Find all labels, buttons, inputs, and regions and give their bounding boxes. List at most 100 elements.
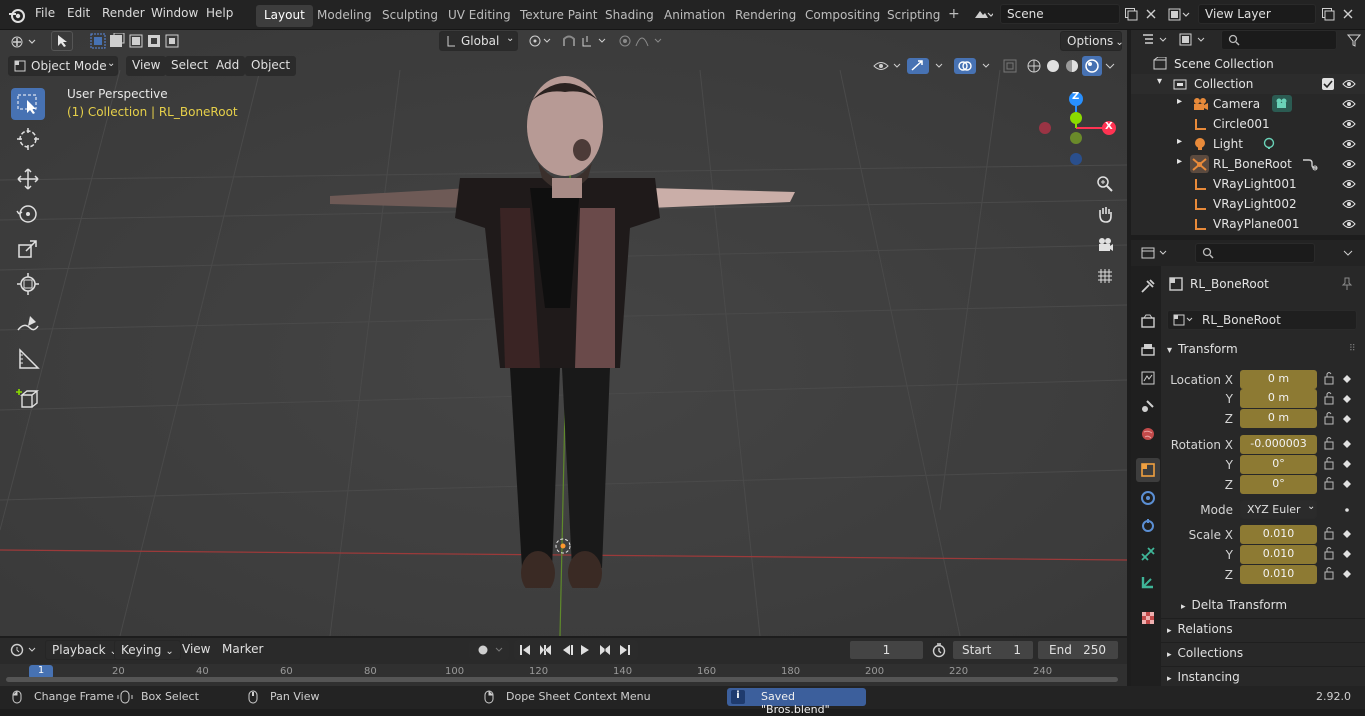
scale-y-field[interactable]: 0.010	[1240, 545, 1317, 564]
proportional-editing-icon[interactable]	[617, 31, 667, 51]
scene-name-field[interactable]: Scene	[1000, 4, 1120, 24]
measure-tool-icon[interactable]	[11, 343, 45, 375]
render-tab-icon[interactable]	[1136, 310, 1160, 334]
camera-view-icon[interactable]	[1093, 233, 1117, 257]
eye-icon[interactable]	[1342, 178, 1356, 190]
tab-uv-editing[interactable]: UV Editing	[440, 5, 519, 27]
menu-file[interactable]: File	[35, 6, 55, 20]
tab-sculpting[interactable]: Sculpting	[374, 5, 446, 27]
delta-transform-section[interactable]: ▸ Delta Transform	[1181, 598, 1287, 612]
scale-x-field[interactable]: 0.010	[1240, 525, 1317, 544]
viewport-menu-add[interactable]: Add	[210, 56, 246, 76]
scene-selector-icon[interactable]	[972, 5, 994, 25]
scale-tool-icon[interactable]	[11, 233, 45, 265]
new-scene-icon[interactable]	[1120, 4, 1142, 24]
pivot-point-icon[interactable]	[526, 31, 556, 51]
keying-menu[interactable]: Keying ⌄	[114, 640, 181, 660]
timeline-menu-marker[interactable]: Marker	[216, 640, 269, 660]
3d-viewport[interactable]: Global ⌄ Options ⌄ Object Mode ⌄ View Sel…	[0, 30, 1127, 636]
new-view-layer-icon[interactable]	[1317, 4, 1339, 24]
rotate-tool-icon[interactable]	[11, 198, 45, 230]
properties-editor-type-icon[interactable]	[1139, 243, 1171, 263]
tab-modeling[interactable]: Modeling	[309, 5, 380, 27]
current-frame-field[interactable]: 1	[849, 640, 924, 660]
view-layer-field[interactable]: View Layer	[1198, 4, 1316, 24]
properties-options-icon[interactable]	[1337, 243, 1359, 263]
ortho-grid-icon[interactable]	[1093, 264, 1117, 288]
transform-section-header[interactable]: ▾ Transform	[1167, 342, 1238, 356]
tab-scripting[interactable]: Scripting	[879, 5, 948, 27]
light-data-icon[interactable]	[1262, 137, 1276, 151]
eye-icon[interactable]	[1342, 78, 1356, 90]
drag-handle-icon[interactable]: ⠿	[1349, 344, 1356, 354]
tab-rendering[interactable]: Rendering	[727, 5, 804, 27]
playback-menu[interactable]: Playback⌄	[45, 640, 125, 660]
tab-texture-paint[interactable]: Texture Paint	[512, 5, 605, 27]
select-box-tool-icon[interactable]	[11, 88, 45, 120]
gizmo-toggle-icon[interactable]	[906, 56, 950, 76]
rotation-y-field[interactable]: 0°	[1240, 455, 1317, 474]
end-frame-field[interactable]: End 250	[1037, 640, 1119, 660]
frame-ruler[interactable]: 1 20 40 60 80 100 120 140 160 180 200 22…	[0, 664, 1127, 686]
display-mode-icon[interactable]	[1177, 30, 1209, 50]
object-mode-select[interactable]: Object Mode ⌄	[8, 56, 118, 76]
outliner-row-camera[interactable]: ▸ Camera	[1131, 94, 1365, 114]
tab-compositing[interactable]: Compositing	[797, 5, 888, 27]
jump-end-icon[interactable]	[617, 640, 637, 660]
viewport-menu-select[interactable]: Select	[165, 56, 215, 76]
instancing-section[interactable]: ▸ Instancing	[1167, 670, 1240, 684]
outliner-search-input[interactable]	[1221, 30, 1337, 50]
eye-icon[interactable]	[1342, 198, 1356, 210]
constraints-tab-icon[interactable]	[1136, 542, 1160, 566]
eye-icon[interactable]	[1342, 98, 1356, 110]
scale-z-field[interactable]: 0.010	[1240, 565, 1317, 584]
viewport-menu-object[interactable]: Object	[245, 56, 297, 76]
next-keyframe-icon[interactable]	[597, 640, 617, 660]
transform-orientation-select[interactable]: Global ⌄	[439, 31, 518, 51]
selection-mode-group[interactable]	[90, 33, 182, 49]
object-tab-icon[interactable]	[1136, 458, 1160, 482]
physics-tab-icon[interactable]	[1136, 514, 1160, 538]
menu-help[interactable]: Help	[206, 6, 233, 20]
object-data-tab-icon[interactable]	[1136, 570, 1160, 594]
cursor-tool-icon[interactable]	[11, 123, 45, 155]
location-z-field[interactable]: 0 m	[1240, 409, 1317, 428]
transform-tool-icon[interactable]	[11, 268, 45, 300]
eye-icon[interactable]	[1342, 218, 1356, 230]
prev-keyframe-icon[interactable]	[535, 640, 555, 660]
pin-icon[interactable]	[1341, 277, 1353, 291]
pan-hand-icon[interactable]	[1093, 202, 1117, 226]
character-model[interactable]	[320, 68, 810, 588]
start-frame-field[interactable]: Start 1	[952, 640, 1034, 660]
outliner-panel[interactable]: Scene Collection ▾ Collection ▸ Camera C…	[1131, 30, 1365, 235]
timeline-panel[interactable]: Playback⌄ Keying⌄ View Marker 1 Start 1 …	[0, 638, 1127, 686]
play-icon[interactable]	[577, 640, 597, 660]
output-tab-icon[interactable]	[1136, 338, 1160, 362]
visibility-filter-icon[interactable]	[872, 56, 904, 76]
options-dropdown[interactable]: Options ⌄	[1060, 31, 1124, 51]
move-tool-icon[interactable]	[11, 163, 45, 195]
tab-layout[interactable]: Layout	[256, 5, 313, 27]
filter-icon[interactable]	[1343, 30, 1365, 50]
rotation-mode-select[interactable]: XYZ Euler ⌄	[1240, 500, 1317, 519]
xray-toggle-icon[interactable]	[999, 56, 1021, 76]
modifiers-tab-icon[interactable]	[1136, 486, 1160, 510]
texture-tab-icon[interactable]	[1136, 606, 1160, 630]
eye-icon[interactable]	[1342, 138, 1356, 150]
auto-keying-icon[interactable]	[469, 640, 509, 660]
tab-shading[interactable]: Shading	[597, 5, 662, 27]
outliner-row-circle001[interactable]: Circle001	[1131, 114, 1365, 134]
blender-logo-icon[interactable]	[8, 6, 26, 24]
outliner-row-vraylight001[interactable]: VRayLight001	[1131, 174, 1365, 194]
collections-section[interactable]: ▸ Collections	[1167, 646, 1243, 660]
outliner-row-scene-collection[interactable]: Scene Collection	[1131, 54, 1365, 74]
camera-data-icon[interactable]	[1272, 95, 1292, 112]
viewport-menu-view[interactable]: View	[126, 56, 167, 76]
view-layer-tab-icon[interactable]	[1136, 366, 1160, 390]
timeline-menu-view[interactable]: View	[176, 640, 216, 660]
jump-start-icon[interactable]	[514, 640, 534, 660]
outliner-editor-type-icon[interactable]	[1139, 30, 1171, 50]
menu-window[interactable]: Window	[151, 6, 198, 20]
location-x-field[interactable]: 0 m	[1240, 370, 1317, 389]
shading-mode-group[interactable]	[1024, 56, 1104, 76]
